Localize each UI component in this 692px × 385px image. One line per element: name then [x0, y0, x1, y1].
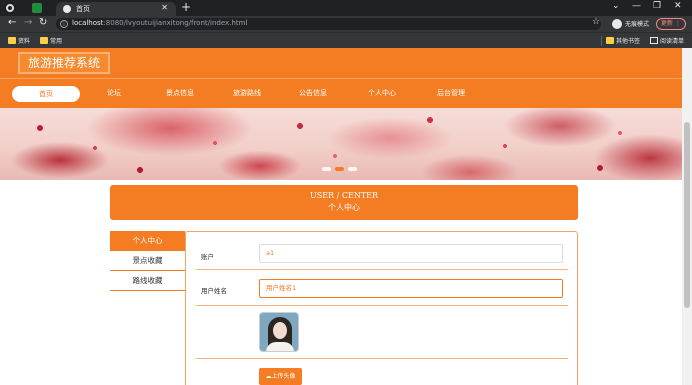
nav-item-routes[interactable]: 旅游路线	[233, 88, 261, 98]
nav-item-forum[interactable]: 论坛	[107, 88, 121, 98]
address-bar: ← → ↻ i localhost:8080/lvyoutuijianxiton…	[0, 16, 692, 32]
bookmark-folder[interactable]: 常用	[40, 36, 62, 45]
sidebar-item-profile[interactable]: 个人中心	[110, 231, 185, 251]
new-tab-icon[interactable]: +	[181, 0, 191, 14]
bookmark-star-icon[interactable]: ☆	[592, 17, 600, 27]
tab-title: 首页	[76, 5, 90, 13]
other-bookmarks-label: 其他书签	[616, 38, 641, 45]
profile-form: 账户 a1 用户姓名 用户姓名1 ☁上传头像	[185, 231, 578, 385]
reading-list-icon	[650, 37, 658, 44]
browser-tabbar: 首页 ✕ + ⌄ — ❐ ✕	[0, 0, 692, 16]
nav-item-admin[interactable]: 后台管理	[437, 88, 465, 98]
reload-icon[interactable]: ↻	[39, 17, 47, 28]
profile-sidebar: 个人中心 景点收藏 路线收藏	[110, 231, 185, 291]
page: 旅游推荐系统 首页 论坛 景点信息 旅游路线 公告信息 个人中心 后台管理 US…	[0, 48, 682, 385]
bookmark-divider	[601, 36, 602, 46]
bookmark-folder[interactable]: 资料	[8, 36, 30, 45]
account-row: 账户 a1	[196, 232, 568, 270]
nav-item-notices[interactable]: 公告信息	[299, 88, 327, 98]
forward-icon[interactable]: →	[24, 17, 32, 28]
username-row: 用户姓名 用户姓名1	[196, 270, 568, 306]
incognito-label: 无痕模式	[625, 21, 650, 28]
carousel-dots	[322, 167, 357, 171]
sidebar-item-attraction-favorites[interactable]: 景点收藏	[110, 251, 185, 271]
back-icon[interactable]: ←	[8, 17, 16, 28]
bookmarks-bar: 资料 常用 其他书签 阅读清单	[0, 32, 692, 48]
reading-list-label: 阅读清单	[660, 38, 685, 45]
banner-carousel[interactable]	[0, 108, 682, 180]
heading-en: USER / CENTER	[309, 191, 379, 200]
carousel-dot[interactable]	[322, 167, 331, 171]
main-nav: 首页 论坛 景点信息 旅游路线 公告信息 个人中心 后台管理	[0, 78, 682, 108]
extension-icon[interactable]	[32, 3, 42, 13]
chrome-menu-icon[interactable]	[6, 4, 14, 12]
folder-icon	[40, 37, 48, 44]
avatar-face	[273, 322, 287, 339]
browser-tab[interactable]: 首页 ✕	[56, 2, 176, 16]
carousel-dot-active[interactable]	[335, 167, 344, 171]
bookmark-label: 资料	[18, 38, 31, 45]
site-info-icon[interactable]: i	[60, 20, 68, 28]
user-avatar	[259, 312, 299, 352]
carousel-dot[interactable]	[348, 167, 357, 171]
username-label: 用户姓名	[201, 287, 227, 295]
url-input[interactable]: i localhost:8080/lvyoutuijianxitong/fron…	[56, 18, 601, 30]
reading-list[interactable]: 阅读清单	[650, 36, 684, 45]
url-text: localhost:8080/lvyoutuijianxitong/front/…	[72, 19, 247, 27]
close-window-icon[interactable]: ✕	[674, 1, 682, 11]
tab-search-icon[interactable]: ⌄	[612, 1, 620, 11]
account-field[interactable]: a1	[259, 244, 563, 263]
nav-item-attractions[interactable]: 景点信息	[166, 88, 194, 98]
bookmark-label: 常用	[50, 38, 63, 45]
globe-icon	[63, 5, 71, 13]
minimize-icon[interactable]: —	[632, 1, 641, 11]
scroll-thumb[interactable]	[684, 122, 690, 308]
account-label: 账户	[201, 253, 214, 261]
nav-item-profile[interactable]: 个人中心	[368, 88, 396, 98]
sidebar-item-route-favorites[interactable]: 路线收藏	[110, 271, 185, 291]
site-logo[interactable]: 旅游推荐系统	[18, 52, 111, 74]
username-field[interactable]: 用户姓名1	[259, 279, 563, 298]
folder-icon	[606, 37, 614, 44]
upload-avatar-button[interactable]: ☁上传头像	[259, 368, 302, 385]
upload-label: 上传头像	[271, 373, 296, 380]
maximize-icon[interactable]: ❐	[653, 1, 661, 11]
other-bookmarks[interactable]: 其他书签	[606, 36, 640, 45]
site-header: 旅游推荐系统	[0, 48, 682, 78]
incognito-icon[interactable]	[612, 19, 622, 29]
url-path: :8080/lvyoutuijianxitong/front/index.htm…	[103, 19, 248, 27]
avatar-row	[196, 306, 568, 359]
url-host: localhost	[72, 19, 104, 27]
page-scrollbar[interactable]	[682, 48, 692, 385]
update-label: 更新	[661, 20, 674, 27]
update-button[interactable]: 更新 ⋮	[656, 18, 686, 30]
avatar-body	[266, 342, 294, 351]
heading-zh: 个人中心	[328, 203, 360, 212]
nav-item-home[interactable]: 首页	[12, 86, 80, 102]
folder-icon	[8, 37, 16, 44]
section-heading: USER / CENTER 个人中心	[110, 185, 578, 220]
tab-close-icon[interactable]: ✕	[161, 3, 168, 12]
